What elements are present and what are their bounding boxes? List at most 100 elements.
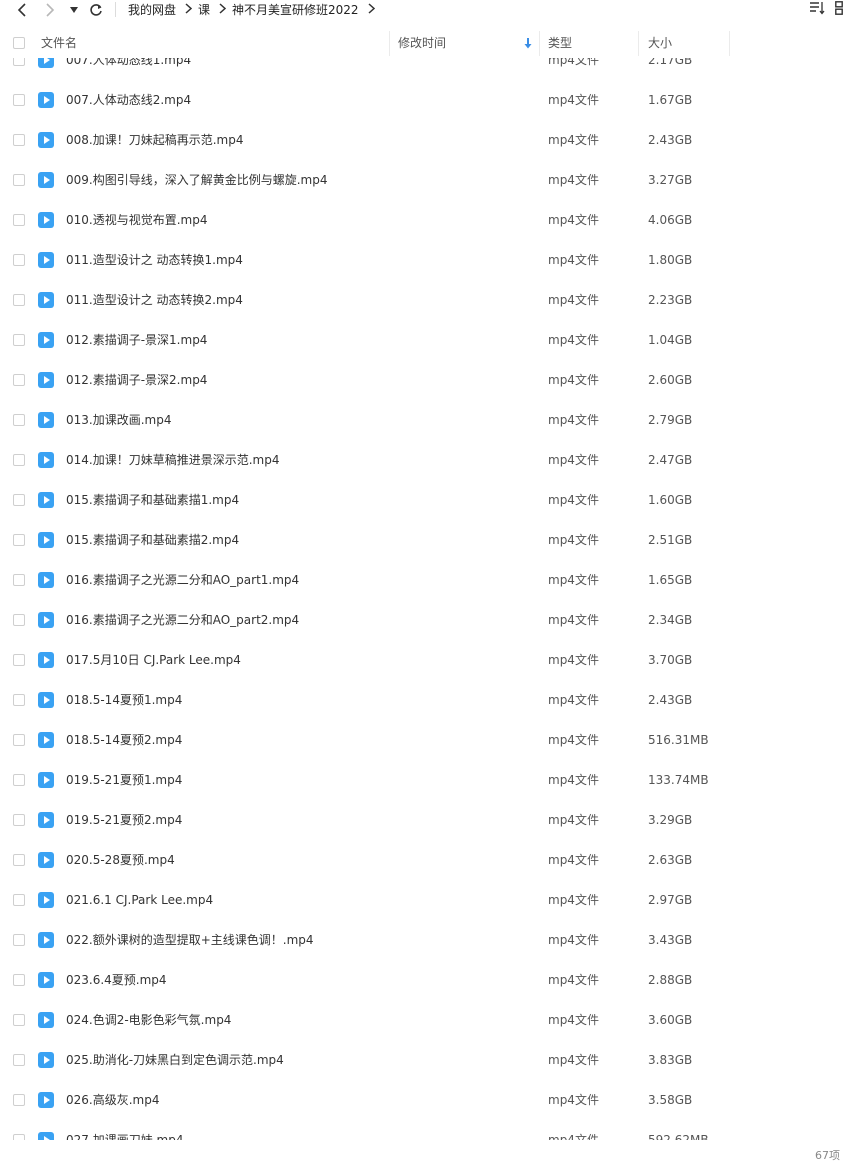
row-checkbox[interactable] xyxy=(13,654,25,666)
row-checkbox[interactable] xyxy=(13,614,25,626)
column-divider[interactable] xyxy=(539,31,540,56)
back-button[interactable] xyxy=(14,2,30,18)
select-all-checkbox[interactable] xyxy=(13,37,25,49)
column-header-modified[interactable]: 修改时间 xyxy=(398,29,446,58)
file-row[interactable]: 009.构图引导线，深入了解黄金比例与螺旋.mp4 mp4文件 3.27GB xyxy=(0,160,843,200)
file-name[interactable]: 012.素描调子-景深1.mp4 xyxy=(66,320,207,360)
row-checkbox[interactable] xyxy=(13,854,25,866)
file-name[interactable]: 019.5-21夏预2.mp4 xyxy=(66,800,182,840)
file-name[interactable]: 027.加课画刀妹.mp4 xyxy=(66,1120,183,1140)
row-checkbox[interactable] xyxy=(13,414,25,426)
file-name[interactable]: 007.人体动态线2.mp4 xyxy=(66,80,191,120)
file-row[interactable]: 016.素描调子之光源二分和AO_part2.mp4 mp4文件 2.34GB xyxy=(0,600,843,640)
breadcrumb-item-course[interactable]: 课 xyxy=(198,1,210,18)
file-row[interactable]: 019.5-21夏预1.mp4 mp4文件 133.74MB xyxy=(0,760,843,800)
row-checkbox[interactable] xyxy=(13,294,25,306)
file-row[interactable]: 018.5-14夏预2.mp4 mp4文件 516.31MB xyxy=(0,720,843,760)
row-checkbox[interactable] xyxy=(13,1094,25,1106)
row-checkbox[interactable] xyxy=(13,174,25,186)
file-name[interactable]: 018.5-14夏预1.mp4 xyxy=(66,680,182,720)
file-name[interactable]: 022.额外课树的造型提取+主线课色调！.mp4 xyxy=(66,920,314,960)
file-row[interactable]: 010.透视与视觉布置.mp4 mp4文件 4.06GB xyxy=(0,200,843,240)
file-name[interactable]: 015.素描调子和基础素描2.mp4 xyxy=(66,520,239,560)
file-name[interactable]: 013.加课改画.mp4 xyxy=(66,400,171,440)
file-name[interactable]: 020.5-28夏预.mp4 xyxy=(66,840,175,880)
file-row[interactable]: 023.6.4夏预.mp4 mp4文件 2.88GB xyxy=(0,960,843,1000)
file-row[interactable]: 025.助消化-刀妹黑白到定色调示范.mp4 mp4文件 3.83GB xyxy=(0,1040,843,1080)
column-header-name[interactable]: 文件名 xyxy=(41,29,77,58)
file-row[interactable]: 013.加课改画.mp4 mp4文件 2.79GB xyxy=(0,400,843,440)
file-list[interactable]: 007.人体动态线1.mp4 mp4文件 2.17GB 007.人体动态线2.mp4 m… xyxy=(0,58,843,1140)
row-checkbox[interactable] xyxy=(13,374,25,386)
file-row[interactable]: 027.加课画刀妹.mp4 mp4文件 592.62MB xyxy=(0,1120,843,1140)
file-row[interactable]: 012.素描调子-景深1.mp4 mp4文件 1.04GB xyxy=(0,320,843,360)
column-divider[interactable] xyxy=(638,31,639,56)
file-row[interactable]: 015.素描调子和基础素描1.mp4 mp4文件 1.60GB xyxy=(0,480,843,520)
row-checkbox[interactable] xyxy=(13,214,25,226)
file-row[interactable]: 007.人体动态线1.mp4 mp4文件 2.17GB xyxy=(0,58,843,80)
forward-button[interactable] xyxy=(42,2,58,18)
row-checkbox[interactable] xyxy=(13,734,25,746)
row-checkbox[interactable] xyxy=(13,534,25,546)
file-name[interactable]: 009.构图引导线，深入了解黄金比例与螺旋.mp4 xyxy=(66,160,327,200)
file-name[interactable]: 018.5-14夏预2.mp4 xyxy=(66,720,182,760)
row-checkbox[interactable] xyxy=(13,1014,25,1026)
file-name[interactable]: 011.造型设计之 动态转换1.mp4 xyxy=(66,240,243,280)
column-header-size[interactable]: 大小 xyxy=(648,29,672,58)
sort-order-button[interactable] xyxy=(809,1,825,18)
row-checkbox[interactable] xyxy=(13,574,25,586)
row-checkbox[interactable] xyxy=(13,774,25,786)
view-mode-button[interactable] xyxy=(835,1,843,18)
file-name[interactable]: 023.6.4夏预.mp4 xyxy=(66,960,167,1000)
history-dropdown-button[interactable] xyxy=(69,4,79,16)
file-row[interactable]: 011.造型设计之 动态转换2.mp4 mp4文件 2.23GB xyxy=(0,280,843,320)
file-row[interactable]: 012.素描调子-景深2.mp4 mp4文件 2.60GB xyxy=(0,360,843,400)
column-divider[interactable] xyxy=(389,31,390,56)
row-checkbox[interactable] xyxy=(13,814,25,826)
file-row[interactable]: 022.额外课树的造型提取+主线课色调！.mp4 mp4文件 3.43GB xyxy=(0,920,843,960)
row-checkbox[interactable] xyxy=(13,254,25,266)
file-name[interactable]: 011.造型设计之 动态转换2.mp4 xyxy=(66,280,243,320)
breadcrumb-item-root[interactable]: 我的网盘 xyxy=(128,1,176,18)
row-checkbox[interactable] xyxy=(13,94,25,106)
row-checkbox[interactable] xyxy=(13,1054,25,1066)
file-name[interactable]: 024.色调2-电影色彩气氛.mp4 xyxy=(66,1000,231,1040)
file-row[interactable]: 024.色调2-电影色彩气氛.mp4 mp4文件 3.60GB xyxy=(0,1000,843,1040)
file-name[interactable]: 010.透视与视觉布置.mp4 xyxy=(66,200,207,240)
file-name[interactable]: 007.人体动态线1.mp4 xyxy=(66,58,191,80)
file-name[interactable]: 015.素描调子和基础素描1.mp4 xyxy=(66,480,239,520)
file-row[interactable]: 015.素描调子和基础素描2.mp4 mp4文件 2.51GB xyxy=(0,520,843,560)
file-name[interactable]: 017.5月10日 CJ.Park Lee.mp4 xyxy=(66,640,241,680)
breadcrumb-item-current[interactable]: 神不月美宣研修班2022 xyxy=(232,1,359,18)
row-checkbox[interactable] xyxy=(13,58,25,66)
file-row[interactable]: 017.5月10日 CJ.Park Lee.mp4 mp4文件 3.70GB xyxy=(0,640,843,680)
file-row[interactable]: 018.5-14夏预1.mp4 mp4文件 2.43GB xyxy=(0,680,843,720)
row-checkbox[interactable] xyxy=(13,974,25,986)
row-checkbox[interactable] xyxy=(13,134,25,146)
row-checkbox[interactable] xyxy=(13,454,25,466)
file-row[interactable]: 019.5-21夏预2.mp4 mp4文件 3.29GB xyxy=(0,800,843,840)
file-row[interactable]: 007.人体动态线2.mp4 mp4文件 1.67GB xyxy=(0,80,843,120)
file-row[interactable]: 021.6.1 CJ.Park Lee.mp4 mp4文件 2.97GB xyxy=(0,880,843,920)
refresh-button[interactable] xyxy=(88,2,104,18)
file-name[interactable]: 016.素描调子之光源二分和AO_part1.mp4 xyxy=(66,560,299,600)
row-checkbox[interactable] xyxy=(13,334,25,346)
file-row[interactable]: 014.加课！刀妹草稿推进景深示范.mp4 mp4文件 2.47GB xyxy=(0,440,843,480)
file-name[interactable]: 012.素描调子-景深2.mp4 xyxy=(66,360,207,400)
file-name[interactable]: 021.6.1 CJ.Park Lee.mp4 xyxy=(66,880,213,920)
row-checkbox[interactable] xyxy=(13,894,25,906)
column-divider[interactable] xyxy=(729,31,730,56)
file-row[interactable]: 016.素描调子之光源二分和AO_part1.mp4 mp4文件 1.65GB xyxy=(0,560,843,600)
row-checkbox[interactable] xyxy=(13,694,25,706)
column-header-type[interactable]: 类型 xyxy=(548,29,572,58)
file-row[interactable]: 020.5-28夏预.mp4 mp4文件 2.63GB xyxy=(0,840,843,880)
file-row[interactable]: 026.高级灰.mp4 mp4文件 3.58GB xyxy=(0,1080,843,1120)
file-name[interactable]: 008.加课！刀妹起稿再示范.mp4 xyxy=(66,120,243,160)
row-checkbox[interactable] xyxy=(13,934,25,946)
file-name[interactable]: 014.加课！刀妹草稿推进景深示范.mp4 xyxy=(66,440,279,480)
file-row[interactable]: 008.加课！刀妹起稿再示范.mp4 mp4文件 2.43GB xyxy=(0,120,843,160)
row-checkbox[interactable] xyxy=(13,1134,25,1140)
file-name[interactable]: 019.5-21夏预1.mp4 xyxy=(66,760,182,800)
file-name[interactable]: 026.高级灰.mp4 xyxy=(66,1080,159,1120)
file-name[interactable]: 016.素描调子之光源二分和AO_part2.mp4 xyxy=(66,600,299,640)
